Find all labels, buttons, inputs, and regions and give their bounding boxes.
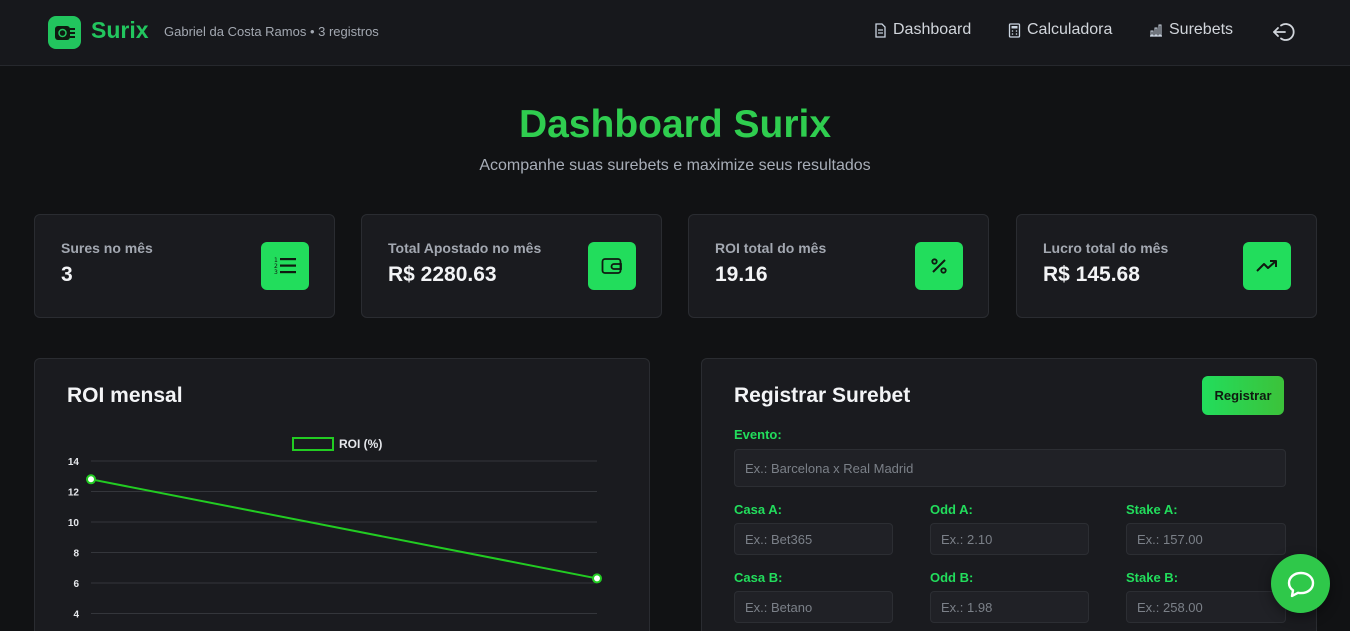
page-title: Dashboard Surix bbox=[518, 103, 832, 146]
stat-label: Lucro total do mês bbox=[1043, 240, 1169, 256]
document-icon bbox=[875, 22, 886, 38]
stat-card-lucro: Lucro total do mês R$ 145.68 bbox=[1016, 214, 1317, 318]
casa-a-input[interactable] bbox=[734, 523, 893, 555]
legend-label: ROI (%) bbox=[339, 437, 382, 451]
wallet-icon bbox=[588, 242, 636, 290]
odd-a-label: Odd A: bbox=[930, 502, 973, 517]
casa-b-label: Casa B: bbox=[734, 570, 783, 585]
y-tick-label: 6 bbox=[73, 579, 79, 590]
register-button[interactable]: Registrar bbox=[1202, 376, 1284, 415]
y-tick-label: 4 bbox=[73, 610, 79, 621]
stat-label: Sures no mês bbox=[61, 240, 153, 256]
stat-card-total-apostado: Total Apostado no mês R$ 2280.63 bbox=[361, 214, 662, 318]
stat-value: R$ 145.68 bbox=[1043, 263, 1140, 286]
series-line bbox=[90, 478, 598, 580]
logout-button[interactable] bbox=[1272, 20, 1296, 44]
y-tick-label: 12 bbox=[68, 488, 80, 499]
svg-text:3: 3 bbox=[274, 269, 278, 276]
page-subtitle: Acompanhe suas surebets e maximize seus … bbox=[479, 157, 871, 174]
nav-dashboard[interactable]: Dashboard bbox=[874, 21, 971, 39]
brand-name[interactable]: Surix bbox=[91, 17, 149, 44]
odd-b-input[interactable] bbox=[930, 591, 1089, 623]
chat-button[interactable] bbox=[1271, 554, 1330, 613]
logout-icon bbox=[1273, 23, 1295, 41]
trending-up-icon bbox=[1243, 242, 1291, 290]
stat-label: Total Apostado no mês bbox=[388, 240, 542, 256]
chat-bubble-icon bbox=[1287, 571, 1314, 597]
stake-a-label: Stake A: bbox=[1126, 502, 1178, 517]
casa-a-label: Casa A: bbox=[734, 502, 782, 517]
nav-dashboard-label: Dashboard bbox=[893, 21, 972, 38]
register-title: Registrar Surebet bbox=[734, 384, 911, 407]
stat-value: 3 bbox=[61, 263, 73, 286]
roi-line-chart: 14 12 10 8 6 4 ROI (%) bbox=[68, 437, 602, 621]
nav-surebets-label: Surebets bbox=[1169, 21, 1234, 38]
numbered-list-icon: 1 2 3 bbox=[261, 242, 309, 290]
y-tick-label: 10 bbox=[68, 518, 80, 529]
stake-a-input[interactable] bbox=[1126, 523, 1286, 555]
nav-calculadora-label: Calculadora bbox=[1027, 21, 1113, 38]
bar-chart-icon bbox=[1150, 24, 1162, 37]
nav-surebets[interactable]: Surebets bbox=[1149, 21, 1233, 39]
odd-a-input[interactable] bbox=[930, 523, 1089, 555]
user-meta: Gabriel da Costa Ramos • 3 registros bbox=[164, 24, 379, 39]
nav-calculadora[interactable]: Calculadora bbox=[1008, 21, 1112, 39]
evento-label: Evento: bbox=[734, 427, 782, 442]
odd-b-label: Odd B: bbox=[930, 570, 974, 585]
stake-b-input[interactable] bbox=[1126, 591, 1286, 623]
top-navbar: Surix Gabriel da Costa Ramos • 3 registr… bbox=[0, 0, 1350, 66]
legend-swatch bbox=[292, 437, 334, 451]
stat-card-sures: Sures no mês 3 1 2 3 bbox=[34, 214, 335, 318]
stat-value: R$ 2280.63 bbox=[388, 263, 497, 286]
stake-b-label: Stake B: bbox=[1126, 570, 1179, 585]
evento-input[interactable] bbox=[734, 449, 1286, 487]
calculator-icon bbox=[1008, 22, 1021, 38]
stat-card-roi: ROI total do mês 19.16 bbox=[688, 214, 989, 318]
percent-icon bbox=[915, 242, 963, 290]
roi-chart-panel: ROI mensal 14 12 10 8 6 4 ROI (%) bbox=[34, 358, 650, 631]
y-tick-label: 14 bbox=[68, 457, 80, 468]
logo-icon[interactable] bbox=[48, 16, 81, 49]
data-point bbox=[86, 474, 96, 485]
stat-label: ROI total do mês bbox=[715, 240, 827, 256]
casa-b-input[interactable] bbox=[734, 591, 893, 623]
stat-value: 19.16 bbox=[715, 263, 768, 286]
data-point bbox=[592, 573, 602, 584]
y-tick-label: 8 bbox=[73, 549, 79, 560]
register-surebet-panel: Registrar Surebet Registrar Evento: Casa… bbox=[701, 358, 1317, 631]
